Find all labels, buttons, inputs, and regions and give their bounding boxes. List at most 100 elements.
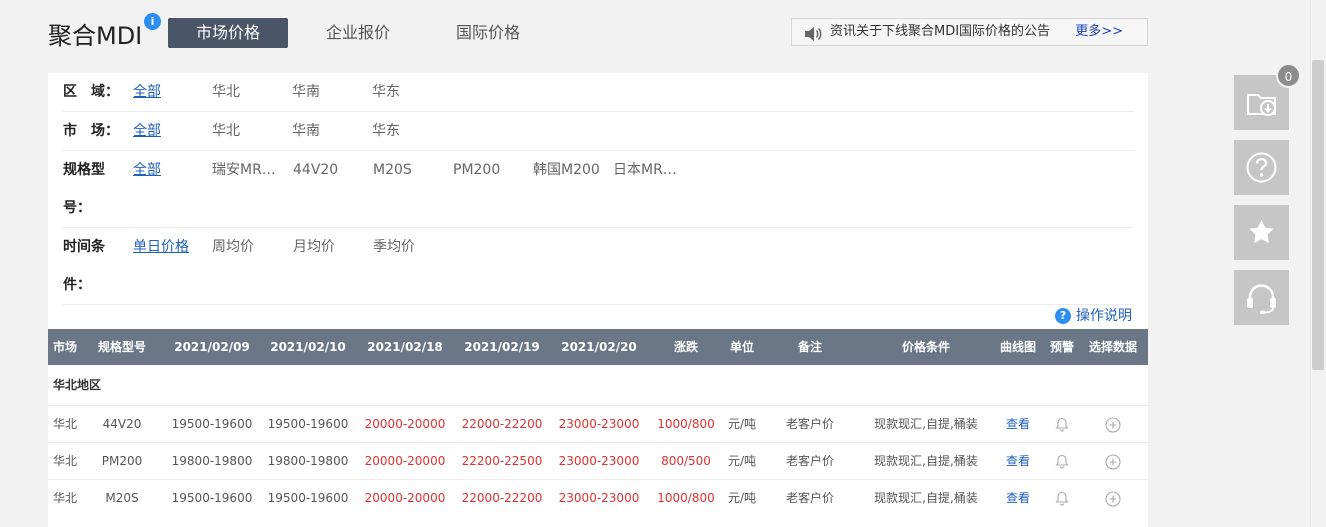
- add-data-icon[interactable]: [1105, 417, 1121, 437]
- cell-terms: 现款现汇,自提,桶装: [874, 454, 978, 468]
- cell-change: 1000/800: [657, 491, 715, 505]
- help-label: 操作说明: [1076, 308, 1132, 324]
- add-data-icon[interactable]: [1105, 454, 1121, 474]
- column-header: 2021/02/19: [464, 340, 540, 354]
- tab-market-price[interactable]: 市场价格: [168, 18, 288, 48]
- download-count-badge: 0: [1276, 63, 1301, 88]
- filter-option[interactable]: 华东: [372, 112, 400, 150]
- bell-icon[interactable]: [1055, 454, 1069, 473]
- filter-option[interactable]: 华北: [212, 112, 240, 150]
- filter-option[interactable]: 华东: [372, 73, 400, 111]
- cell-price: 22200-22500: [461, 454, 543, 468]
- cell-change: 800/500: [661, 454, 711, 468]
- region-group-title: 华北地区: [53, 378, 102, 392]
- filter-option[interactable]: 月均价: [293, 228, 335, 266]
- cell-price: 23000-23000: [558, 491, 640, 505]
- tab-company-quote[interactable]: 企业报价: [298, 18, 418, 48]
- view-chart-link[interactable]: 查看: [998, 406, 1038, 443]
- column-header: 曲线图: [999, 340, 1036, 354]
- filter-option[interactable]: 韩国M200: [533, 151, 600, 189]
- filter-option-all[interactable]: 全部: [133, 112, 161, 150]
- add-data-icon[interactable]: [1105, 491, 1121, 511]
- cell-price: 20000-20000: [364, 454, 446, 468]
- filter-row-spec: 规格型 号： 全部 瑞安MR… 44V20 M20S PM200 韩国M200 …: [62, 151, 1134, 228]
- column-header: 备注: [797, 340, 822, 354]
- column-header: 选择数据: [1088, 340, 1137, 354]
- cell-terms: 现款现汇,自提,桶装: [874, 417, 978, 431]
- table-header: 市场 规格型号 2021/02/09 2021/02/10 2021/02/18…: [48, 329, 1148, 365]
- announcement-text[interactable]: 资讯关于下线聚合MDI国际价格的公告: [830, 19, 1050, 45]
- view-chart-link[interactable]: 查看: [998, 443, 1038, 480]
- filter-option-all[interactable]: 全部: [133, 151, 161, 189]
- bell-icon[interactable]: [1055, 417, 1069, 436]
- cell-unit: 元/吨: [727, 417, 757, 431]
- cell-price: 19500-19600: [171, 417, 253, 431]
- column-header: 涨跌: [673, 340, 698, 354]
- cell-price: 22000-22200: [461, 417, 543, 431]
- filter-option[interactable]: 华北: [212, 73, 240, 111]
- table-row: 华北 M20S 19500-19600 19500-19600 20000-20…: [48, 479, 1148, 516]
- filter-option[interactable]: 华南: [292, 73, 320, 111]
- filter-label-region: 区 域：: [63, 84, 119, 100]
- headset-icon: [1247, 284, 1276, 314]
- cell-spec: M20S: [105, 491, 139, 505]
- bell-icon[interactable]: [1055, 491, 1069, 510]
- filter-label-spec-cont: 号：: [63, 200, 91, 216]
- cell-remark: 老客户价: [785, 417, 834, 431]
- cell-market: 华北: [52, 454, 77, 468]
- page-title: 聚合MDI: [48, 22, 143, 50]
- filter-option[interactable]: 44V20: [293, 151, 338, 189]
- column-header: 2021/02/09: [174, 340, 250, 354]
- column-header: 规格型号: [97, 340, 146, 354]
- filter-option-all[interactable]: 全部: [133, 73, 161, 111]
- cell-market: 华北: [52, 491, 77, 505]
- scrollbar-thumb[interactable]: [1312, 60, 1324, 370]
- column-header: 价格条件: [901, 340, 950, 354]
- filter-option[interactable]: 华南: [292, 112, 320, 150]
- question-icon: ?: [1055, 308, 1071, 324]
- column-header: 2021/02/10: [270, 340, 346, 354]
- cell-terms: 现款现汇,自提,桶装: [874, 491, 978, 505]
- cell-market: 华北: [52, 417, 77, 431]
- column-header: 2021/02/20: [561, 340, 637, 354]
- filter-option[interactable]: 周均价: [212, 228, 254, 266]
- cell-price: 22000-22200: [461, 491, 543, 505]
- cell-unit: 元/吨: [727, 454, 757, 468]
- more-link[interactable]: 更多>>: [1075, 19, 1123, 45]
- cell-remark: 老客户价: [785, 454, 834, 468]
- question-circle-icon: [1246, 152, 1277, 183]
- help-link[interactable]: ? 操作说明: [1055, 307, 1132, 325]
- cell-price: 19800-19800: [267, 454, 349, 468]
- filter-label-spec: 规格型: [63, 162, 105, 178]
- filter-label-time-cont: 件：: [63, 277, 91, 293]
- tab-international-price[interactable]: 国际价格: [428, 18, 548, 48]
- view-chart-link[interactable]: 查看: [998, 480, 1038, 517]
- help-button[interactable]: [1234, 140, 1289, 195]
- filter-option[interactable]: M20S: [373, 151, 412, 189]
- favorite-button[interactable]: [1234, 205, 1289, 260]
- table-row: 华北 PM200 19800-19800 19800-19800 20000-2…: [48, 442, 1148, 479]
- cell-price: 20000-20000: [364, 491, 446, 505]
- filter-row-market: 市 场： 全部 华北 华南 华东: [62, 112, 1134, 151]
- filter-option[interactable]: PM200: [453, 151, 500, 189]
- filter-row-time: 时间条 件： 单日价格 周均价 月均价 季均价: [62, 228, 1134, 305]
- column-header: 2021/02/18: [367, 340, 443, 354]
- cell-price: 19500-19600: [171, 491, 253, 505]
- cell-change: 1000/800: [657, 417, 715, 431]
- column-header: 预警: [1049, 340, 1074, 354]
- filter-option-daily[interactable]: 单日价格: [133, 228, 189, 266]
- filter-option[interactable]: 瑞安MR…: [212, 151, 276, 189]
- cell-unit: 元/吨: [727, 491, 757, 505]
- download-folder-icon: [1247, 94, 1276, 116]
- cell-price: 19500-19600: [267, 417, 349, 431]
- info-icon[interactable]: i: [144, 13, 161, 30]
- star-icon: [1249, 220, 1274, 243]
- cell-spec: 44V20: [102, 417, 142, 431]
- filter-option[interactable]: 季均价: [373, 228, 415, 266]
- customer-service-button[interactable]: [1234, 270, 1289, 325]
- cell-spec: PM200: [101, 454, 143, 468]
- filter-label-market: 市 场：: [63, 123, 119, 139]
- cell-price: 20000-20000: [364, 417, 446, 431]
- filter-option[interactable]: 日本MR…: [613, 151, 677, 189]
- table-row: 华北 44V20 19500-19600 19500-19600 20000-2…: [48, 405, 1148, 442]
